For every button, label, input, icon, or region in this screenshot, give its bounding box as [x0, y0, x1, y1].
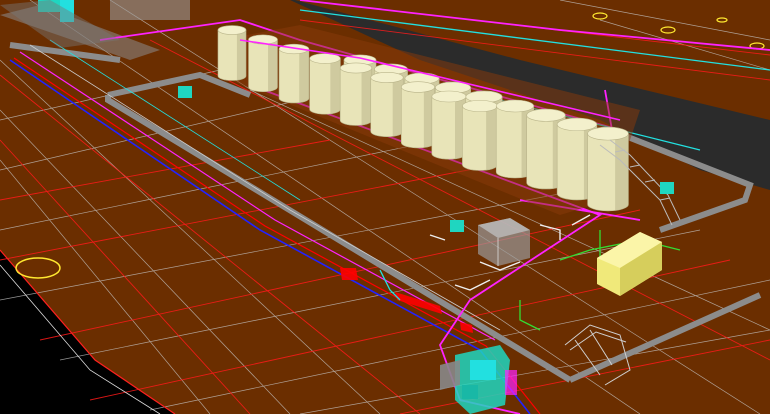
- tank-roof: [370, 72, 404, 84]
- tank-roof: [526, 108, 566, 122]
- tank-roof: [587, 126, 629, 141]
- tank-roof: [400, 81, 435, 93]
- storage-tank[interactable]: [400, 81, 435, 149]
- tank-roof: [431, 90, 467, 103]
- storage-tank[interactable]: [278, 43, 310, 104]
- storage-tank[interactable]: [587, 126, 629, 212]
- tank-shadow: [486, 106, 498, 170]
- tank-shadow: [299, 49, 309, 103]
- plant-3d-model[interactable]: [0, 0, 770, 414]
- storage-tank[interactable]: [339, 62, 373, 126]
- tank-roof: [217, 25, 247, 35]
- tank-shadow: [236, 30, 246, 81]
- tank-shadow: [330, 58, 341, 114]
- storage-tank[interactable]: [431, 90, 467, 160]
- cad-3d-viewport[interactable]: [0, 0, 770, 414]
- tank-roof: [495, 99, 535, 113]
- storage-tank[interactable]: [217, 25, 247, 81]
- storage-tank[interactable]: [370, 72, 404, 137]
- storage-tank[interactable]: [309, 53, 341, 115]
- tank-shadow: [361, 68, 372, 125]
- tank-roof: [339, 62, 373, 74]
- storage-tank[interactable]: [462, 100, 498, 171]
- tank-shadow: [268, 39, 278, 92]
- tank-roof: [556, 117, 598, 132]
- tank-roof: [462, 100, 498, 112]
